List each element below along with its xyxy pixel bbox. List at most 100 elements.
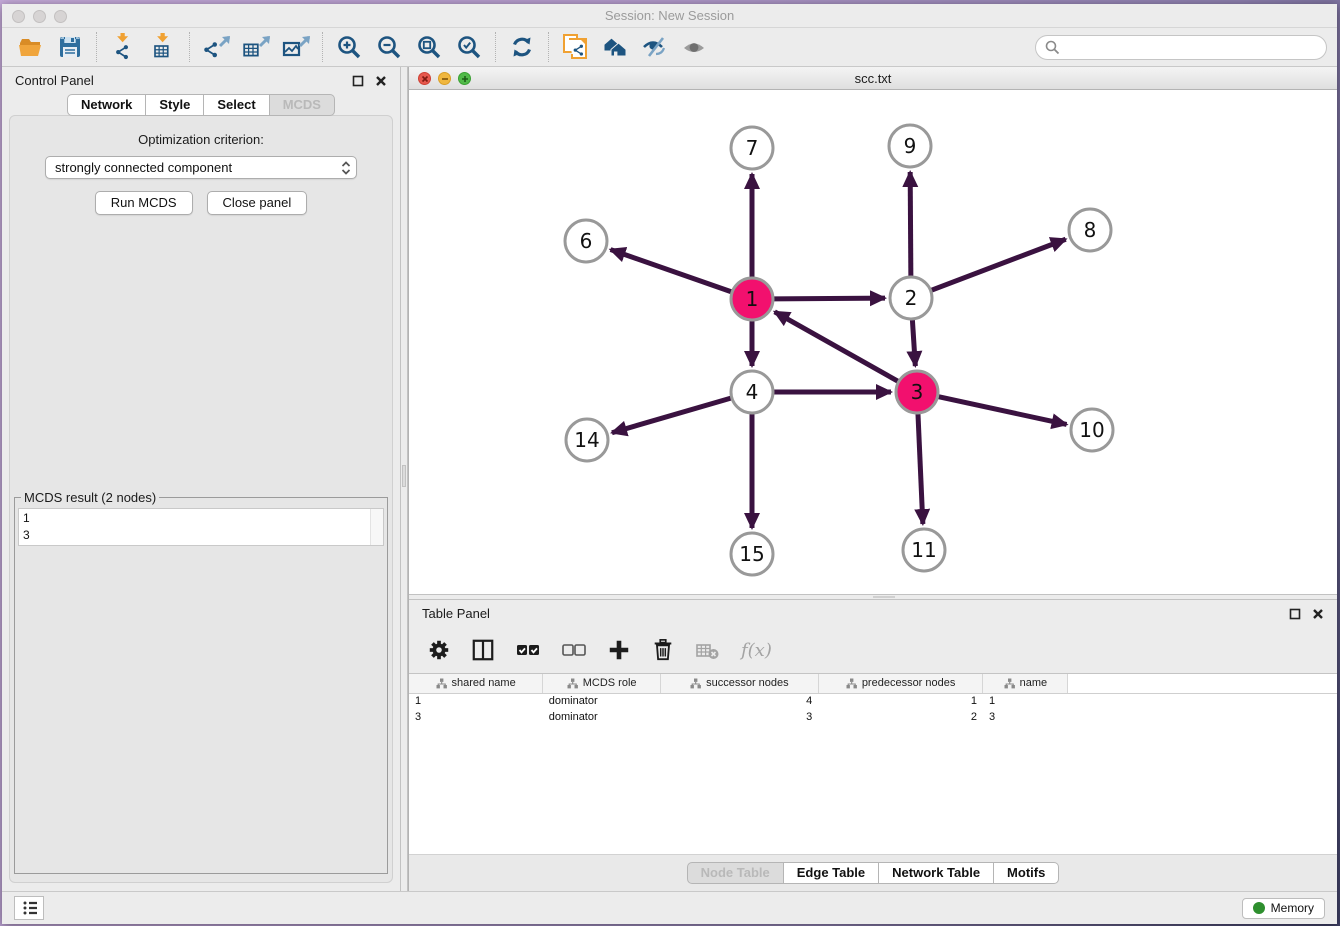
first-neighbors-button[interactable] [599, 32, 631, 62]
network-canvas[interactable]: 7 9 6 8 1 2 4 3 14 10 15 11 [409, 90, 1337, 594]
refresh-icon [509, 34, 535, 60]
graph-edge-1-6[interactable] [611, 250, 732, 292]
tab-node-table[interactable]: Node Table [687, 862, 784, 884]
search-input[interactable] [1065, 39, 1318, 56]
graph-edge-4-14[interactable] [612, 398, 731, 433]
table-row[interactable]: 1dominator411 [409, 693, 1337, 709]
table-tabstrip: Node Table Edge Table Network Table Moti… [409, 854, 1337, 891]
close-panel-icon[interactable] [375, 75, 387, 87]
table-row[interactable]: 3dominator323 [409, 709, 1337, 725]
export-table-button[interactable] [240, 32, 272, 62]
memory-button[interactable]: Memory [1242, 898, 1325, 919]
import-table-button[interactable] [147, 32, 179, 62]
search-icon [1044, 39, 1060, 55]
run-mcds-button[interactable]: Run MCDS [95, 191, 193, 215]
column-header-successor-nodes[interactable]: successor nodes [661, 674, 819, 693]
graph-node-3[interactable]: 3 [896, 371, 938, 413]
hide-graphics-details-button[interactable] [679, 32, 711, 62]
graph-node-6[interactable]: 6 [565, 220, 607, 262]
zoom-in-button[interactable] [333, 32, 365, 62]
save-session-button[interactable] [54, 32, 86, 62]
graph-node-8[interactable]: 8 [1069, 209, 1111, 251]
tab-edge-table[interactable]: Edge Table [784, 862, 879, 884]
clone-network-button[interactable] [559, 32, 591, 62]
tab-network-table[interactable]: Network Table [879, 862, 994, 884]
splitter-grip[interactable] [402, 465, 406, 487]
graph-edge-3-10[interactable] [938, 397, 1066, 425]
column-header-predecessor-nodes[interactable]: predecessor nodes [818, 674, 983, 693]
graph-edge-3-1[interactable] [775, 312, 898, 381]
apply-layout-button[interactable] [506, 32, 538, 62]
network-minimize-button[interactable] [438, 72, 451, 85]
create-column-button[interactable] [607, 637, 631, 663]
vertical-splitter[interactable] [400, 67, 408, 891]
zoom-out-button[interactable] [373, 32, 405, 62]
mcds-result-textarea[interactable]: 1 3 [18, 508, 384, 546]
result-scrollbar[interactable] [370, 509, 383, 545]
unselect-all-columns-button[interactable] [561, 638, 587, 662]
close-panel-icon[interactable] [1312, 608, 1324, 620]
table-cell[interactable]: 1 [818, 693, 983, 709]
network-maximize-button[interactable] [458, 72, 471, 85]
graph-node-11[interactable]: 11 [903, 529, 945, 571]
graph-node-14[interactable]: 14 [566, 419, 608, 461]
table-settings-button[interactable] [427, 637, 451, 663]
column-header-name[interactable]: name [983, 674, 1068, 693]
export-image-button[interactable] [280, 32, 312, 62]
float-panel-icon[interactable] [352, 75, 364, 87]
show-columns-button[interactable] [471, 637, 495, 663]
tab-mcds[interactable]: MCDS [270, 94, 335, 116]
graph-node-7[interactable]: 7 [731, 127, 773, 169]
plus-icon [607, 637, 631, 663]
table-cell[interactable]: 3 [409, 709, 543, 725]
tab-style[interactable]: Style [146, 94, 204, 116]
show-graphics-details-button[interactable] [639, 32, 671, 62]
graph-node-4[interactable]: 4 [731, 371, 773, 413]
table-cell[interactable]: 3 [661, 709, 819, 725]
table-cell[interactable]: dominator [543, 709, 661, 725]
network-close-button[interactable] [418, 72, 431, 85]
column-header-shared-name[interactable]: shared name [409, 674, 543, 693]
table-cell[interactable]: 3 [983, 709, 1068, 725]
close-panel-button[interactable]: Close panel [207, 191, 308, 215]
zoom-selected-button[interactable] [453, 32, 485, 62]
import-network-button[interactable] [107, 32, 139, 62]
graph-edge-2-9[interactable] [910, 172, 911, 276]
select-all-columns-button[interactable] [515, 638, 541, 662]
zoom-fit-button[interactable] [413, 32, 445, 62]
table-cell[interactable]: 2 [818, 709, 983, 725]
graph-edge-1-2[interactable] [774, 298, 885, 299]
tab-motifs[interactable]: Motifs [994, 862, 1059, 884]
criterion-dropdown[interactable]: strongly connected component [45, 156, 357, 179]
graph-node-10[interactable]: 10 [1071, 409, 1113, 451]
node-table-container: shared nameMCDS rolesuccessor nodesprede… [409, 673, 1337, 854]
export-network-button[interactable] [200, 32, 232, 62]
main-area: Control Panel Network Style Select MCDS [2, 67, 1337, 891]
tab-select[interactable]: Select [204, 94, 269, 116]
float-panel-icon[interactable] [1289, 608, 1301, 620]
horizontal-splitter[interactable] [409, 594, 1337, 600]
table-cell[interactable]: 1 [983, 693, 1068, 709]
graph-edge-2-8[interactable] [932, 239, 1066, 290]
table-cell[interactable]: 4 [661, 693, 819, 709]
splitter-grip[interactable] [873, 596, 895, 598]
graph-node-9[interactable]: 9 [889, 125, 931, 167]
table-cell[interactable]: 1 [409, 693, 543, 709]
graph-node-2[interactable]: 2 [890, 277, 932, 319]
delete-table-button[interactable] [695, 638, 721, 662]
minimize-window-button[interactable] [33, 10, 46, 23]
column-header-MCDS-role[interactable]: MCDS role [543, 674, 661, 693]
zoom-window-button[interactable] [54, 10, 67, 23]
graph-node-15[interactable]: 15 [731, 533, 773, 575]
graph-node-1[interactable]: 1 [731, 278, 773, 320]
delete-column-button[interactable] [651, 637, 675, 663]
function-builder-button[interactable]: f(x) [741, 640, 772, 661]
graph-edge-3-11[interactable] [918, 414, 923, 524]
close-window-button[interactable] [12, 10, 25, 23]
tab-network[interactable]: Network [67, 94, 146, 116]
task-history-button[interactable] [14, 896, 44, 920]
open-file-button[interactable] [14, 32, 46, 62]
table-cell[interactable]: dominator [543, 693, 661, 709]
graph-edge-2-3[interactable] [912, 320, 915, 366]
search-box[interactable] [1035, 35, 1327, 60]
